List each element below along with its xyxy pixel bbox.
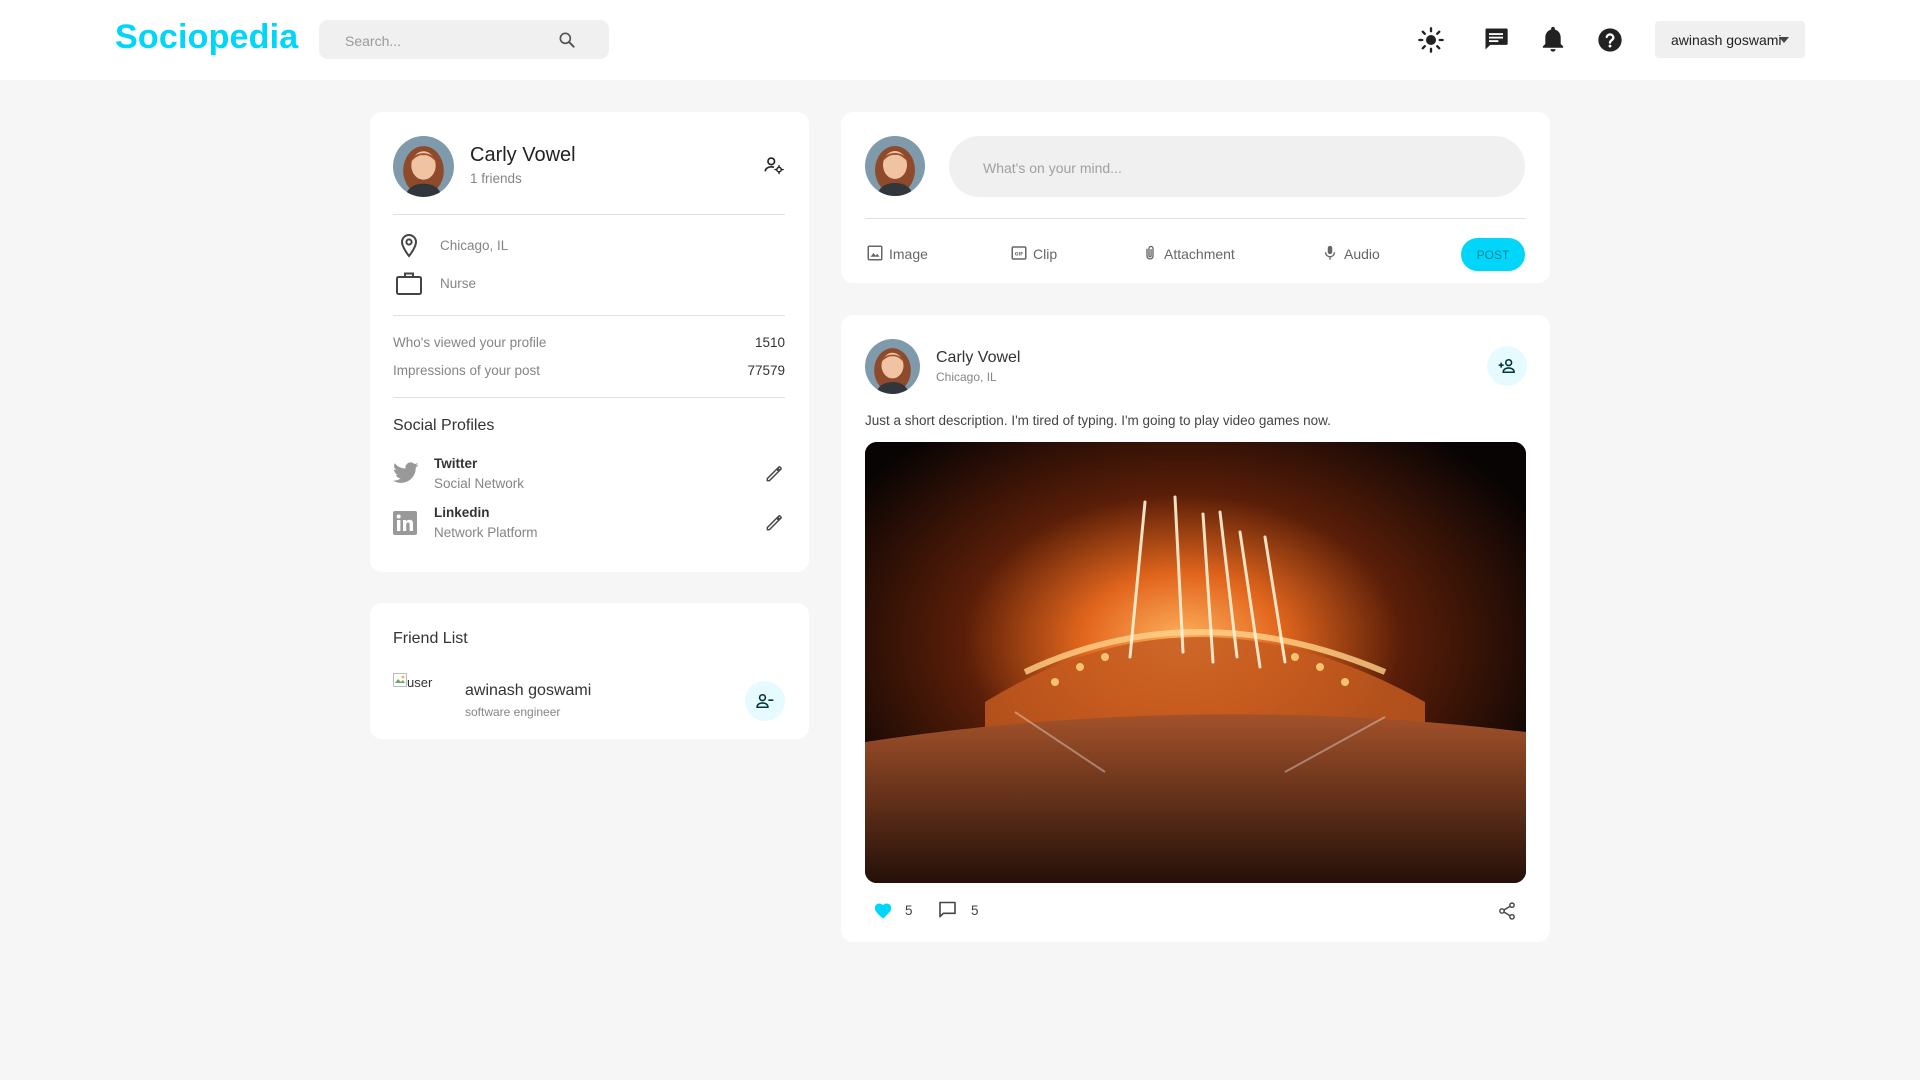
concert-fireworks-photo — [865, 442, 1526, 883]
clip-option-label: Clip — [1033, 246, 1058, 262]
social-sub: Network Platform — [434, 525, 538, 540]
chevron-down-icon — [1779, 37, 1789, 43]
profile-location: Chicago, IL — [440, 238, 509, 253]
friend-list-title: Friend List — [393, 630, 468, 647]
social-name[interactable]: Linkedin — [434, 505, 490, 520]
stat-value: 1510 — [754, 335, 785, 350]
attachment-option-label: Attachment — [1164, 246, 1235, 262]
linkedin-icon — [393, 511, 417, 535]
stat-label: Who's viewed your profile — [393, 335, 547, 350]
friend-list-card — [370, 603, 809, 739]
comment-count: 5 — [971, 903, 979, 918]
app-logo[interactable]: Sociopedia — [115, 18, 298, 57]
image-option[interactable]: Image — [866, 244, 946, 264]
clip-option[interactable]: GIF Clip — [1010, 244, 1070, 264]
person-remove-icon — [756, 693, 774, 709]
edit-linkedin-icon[interactable] — [764, 513, 784, 533]
attachment-option[interactable]: Attachment — [1141, 244, 1241, 264]
location-icon — [400, 233, 418, 258]
friend-occupation: software engineer — [465, 705, 561, 719]
audio-option[interactable]: Audio — [1321, 244, 1391, 264]
person-add-icon — [1498, 358, 1515, 374]
attachment-icon — [1146, 245, 1154, 260]
svg-text:GIF: GIF — [1015, 251, 1023, 257]
composer-avatar — [865, 136, 925, 196]
edit-twitter-icon[interactable] — [764, 464, 784, 484]
post-image[interactable] — [865, 442, 1526, 883]
profile-occupation: Nurse — [440, 276, 477, 291]
profile-divider — [393, 214, 785, 215]
add-friend-button[interactable] — [1487, 346, 1527, 386]
social-sub: Social Network — [434, 476, 525, 491]
stat-label: Impressions of your post — [393, 363, 541, 378]
friend-avatar-alt: user — [407, 675, 433, 690]
stat-value: 77579 — [747, 363, 785, 378]
like-count: 5 — [905, 903, 913, 918]
social-name[interactable]: Twitter — [434, 456, 477, 471]
work-icon — [396, 272, 422, 295]
composer-divider — [865, 218, 1526, 219]
gif-icon: GIF — [1011, 246, 1027, 260]
profile-name[interactable]: Carly Vowel — [470, 144, 576, 167]
post-author-name[interactable]: Carly Vowel — [936, 349, 1020, 367]
search-box — [319, 20, 609, 61]
top-navbar: Sociopedia awinash goswami — [0, 0, 1920, 80]
post-author-location: Chicago, IL — [936, 370, 997, 384]
post-button[interactable]: POST — [1461, 238, 1525, 271]
microphone-icon — [1324, 245, 1336, 260]
social-profiles-title: Social Profiles — [393, 417, 495, 434]
image-icon — [867, 245, 883, 261]
image-option-label: Image — [889, 246, 928, 262]
post-author-avatar[interactable] — [865, 339, 920, 394]
heart-icon[interactable] — [873, 901, 893, 919]
profile-divider — [393, 397, 785, 398]
profile-avatar[interactable] — [393, 136, 454, 197]
bell-icon[interactable] — [1539, 26, 1567, 54]
message-icon[interactable] — [1482, 25, 1510, 53]
user-select-value: awinash goswami — [1671, 32, 1782, 48]
broken-image-icon — [393, 673, 407, 687]
post-input-wrapper — [949, 136, 1525, 199]
post-description: Just a short description. I'm tired of t… — [865, 413, 1331, 428]
comment-icon[interactable] — [937, 900, 958, 920]
manage-account-icon[interactable] — [763, 154, 785, 176]
sun-icon[interactable] — [1417, 26, 1445, 54]
profile-divider — [393, 315, 785, 316]
user-select[interactable]: awinash goswami — [1655, 21, 1805, 58]
audio-option-label: Audio — [1344, 246, 1380, 262]
friend-name[interactable]: awinash goswami — [465, 682, 591, 700]
share-icon[interactable] — [1497, 901, 1517, 921]
search-icon[interactable] — [557, 30, 577, 50]
twitter-icon — [393, 462, 419, 483]
remove-friend-button[interactable] — [745, 681, 785, 721]
profile-friends-count: 1 friends — [470, 171, 522, 186]
post-input[interactable] — [981, 136, 1505, 199]
search-input[interactable] — [343, 20, 567, 61]
help-icon[interactable] — [1596, 26, 1624, 54]
